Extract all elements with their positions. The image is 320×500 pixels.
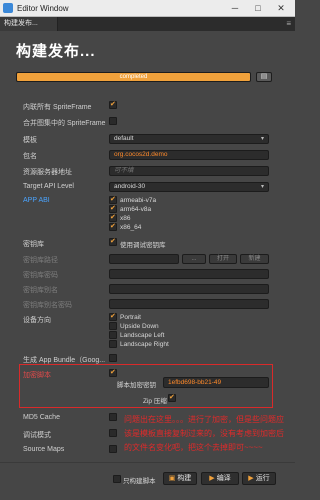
checkbox-build-script-only[interactable]	[113, 475, 121, 483]
checkbox-portrait[interactable]	[109, 312, 117, 321]
template-value: default	[114, 135, 134, 142]
abi-option-label: x86	[120, 215, 131, 222]
run-icon: ▶	[248, 475, 254, 482]
checkbox-upside-down[interactable]	[109, 322, 117, 330]
build-button-label: 构建	[177, 475, 192, 482]
abi-option-label: armeabi-v7a	[120, 197, 157, 204]
target-api-value: android-30	[114, 183, 146, 190]
label-inline-spriteframe: 内联所有 SpriteFrame	[23, 104, 92, 111]
checkbox-abi-arm64-v8a[interactable]	[109, 204, 117, 213]
open-keystore-button[interactable]: 打开	[209, 254, 237, 264]
label-orientation: 设备方向	[23, 317, 51, 324]
abi-option-label: x86_64	[120, 224, 142, 231]
maximize-button[interactable]: □	[249, 2, 267, 14]
window-title: Editor Window	[17, 4, 69, 13]
close-button[interactable]: ✕	[272, 2, 290, 14]
chevron-down-icon: ▾	[260, 136, 264, 142]
label-app-abi: APP ABI	[23, 197, 50, 204]
document-icon: ▤	[260, 73, 268, 80]
label-source-maps: Source Maps	[23, 446, 65, 453]
label-template: 模板	[23, 137, 37, 144]
minimize-button[interactable]: ─	[226, 2, 244, 14]
label-merge-atlas: 合并图集中的 SpriteFrame	[23, 120, 106, 127]
checkbox-abi-armeabi-v7a[interactable]	[109, 195, 117, 204]
build-progress-bar: completed	[16, 72, 251, 82]
label-keystore-path: 密钥库路径	[23, 257, 58, 264]
checkbox-zip[interactable]	[168, 393, 176, 402]
checkbox-merge-atlas[interactable]	[109, 117, 117, 125]
annotation-note: 问题出在这里。。。进行了加密，但是些问题应该是模板直接复制过来的，没有考虑到加密…	[124, 415, 284, 452]
keystore-path-input[interactable]	[109, 254, 179, 264]
label-zip: Zip 压缩	[143, 398, 167, 405]
keystore-alias-password-input[interactable]	[109, 299, 269, 309]
label-encrypt-key: 脚本加密密钥	[117, 382, 156, 389]
build-button[interactable]: ▣ 构建	[163, 472, 197, 485]
label-keystore-password: 密钥库密码	[23, 272, 58, 279]
page-title: 构建发布...	[16, 43, 96, 60]
compile-icon: ▶	[209, 475, 215, 482]
checkbox-inline-spriteframe[interactable]	[109, 100, 117, 109]
build-script-only-label: 只构建脚本	[123, 478, 156, 485]
compile-button[interactable]: ▶ 编译	[201, 472, 239, 485]
compile-button-label: 编译	[216, 475, 231, 482]
checkbox-md5-cache[interactable]	[109, 413, 117, 421]
checkbox-encrypt-script[interactable]	[109, 368, 117, 377]
open-log-button[interactable]: ▤	[256, 72, 272, 82]
label-target-api: Target API Level	[23, 183, 74, 190]
browse-keystore-button[interactable]: ...	[182, 254, 206, 264]
chevron-down-icon: ▾	[260, 184, 264, 190]
footer-divider	[0, 462, 295, 463]
target-api-select[interactable]: android-30 ▾	[109, 182, 269, 192]
run-button-label: 运行	[255, 475, 270, 482]
label-package-name: 包名	[23, 153, 37, 160]
orientation-option-label: Landscape Left	[120, 332, 165, 339]
label-keystore-alias-password: 密钥库别名密码	[23, 302, 72, 309]
checkbox-landscape-right[interactable]	[109, 340, 117, 348]
window-titlebar: Editor Window ─ □ ✕	[0, 0, 295, 17]
label-md5-cache: MD5 Cache	[23, 414, 60, 421]
run-button[interactable]: ▶ 运行	[242, 472, 276, 485]
progress-label: completed	[119, 74, 148, 80]
tab-build-publish[interactable]: 构建发布...	[0, 17, 58, 31]
label-debug-mode: 调试模式	[23, 432, 51, 439]
checkbox-landscape-left[interactable]	[109, 331, 117, 339]
checkbox-debug-mode[interactable]	[109, 429, 117, 437]
template-select[interactable]: default ▾	[109, 134, 269, 144]
orientation-option-label: Landscape Right	[120, 341, 169, 348]
keystore-password-input[interactable]	[109, 269, 269, 279]
orientation-option-label: Portrait	[120, 314, 141, 321]
keystore-alias-input[interactable]	[109, 284, 269, 294]
label-resource-server: 资源服务器地址	[23, 169, 72, 176]
encrypt-key-input[interactable]: 1efbd698-bb21-49	[163, 377, 269, 388]
label-encrypt-script: 加密脚本	[23, 372, 51, 379]
orientation-option-label: Upside Down	[120, 323, 159, 330]
checkbox-abi-x86[interactable]	[109, 213, 117, 222]
package-name-input[interactable]: org.cocos2d.demo	[109, 150, 269, 160]
checkbox-app-bundle[interactable]	[109, 354, 117, 362]
checkbox-use-debug-keystore[interactable]	[109, 237, 117, 246]
new-keystore-button[interactable]: 新建	[240, 254, 269, 264]
label-keystore: 密钥库	[23, 241, 44, 248]
abi-option-label: arm64-v8a	[120, 206, 152, 213]
menu-icon[interactable]: ≡	[286, 19, 291, 28]
app-icon	[3, 3, 13, 13]
build-icon: ▣	[168, 475, 176, 482]
checkbox-source-maps[interactable]	[109, 445, 117, 453]
resource-server-input[interactable]: 可不填	[109, 166, 269, 176]
checkbox-abi-x86-64[interactable]	[109, 222, 117, 231]
tab-bar: 构建发布... ≡	[0, 17, 295, 31]
use-debug-keystore-label: 使用调试密钥库	[120, 242, 166, 249]
label-keystore-alias: 密钥库别名	[23, 287, 58, 294]
